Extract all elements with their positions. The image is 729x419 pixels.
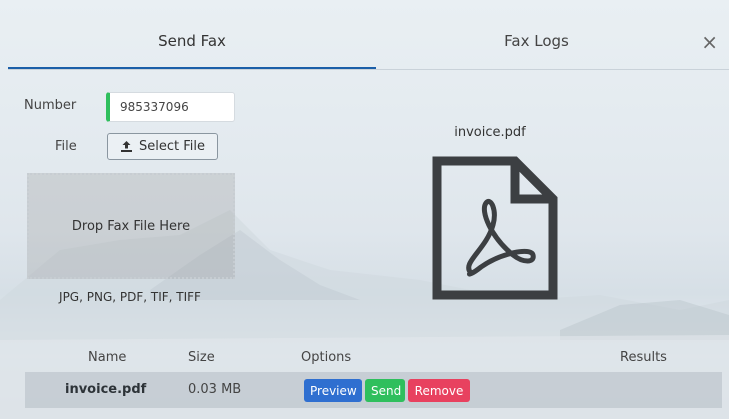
row-filename: invoice.pdf bbox=[65, 382, 147, 397]
fax-number-input[interactable] bbox=[106, 92, 235, 122]
tab-send-fax-label: Send Fax bbox=[158, 32, 226, 50]
tab-send-fax[interactable]: Send Fax bbox=[8, 12, 376, 70]
tab-bar: Send Fax Fax Logs × bbox=[8, 12, 729, 70]
select-file-label: Select File bbox=[139, 139, 205, 154]
tab-divider bbox=[8, 69, 729, 70]
preview-button[interactable]: Preview bbox=[304, 379, 362, 402]
remove-button[interactable]: Remove bbox=[408, 379, 470, 402]
tab-fax-logs-label: Fax Logs bbox=[504, 32, 569, 50]
pdf-file-icon bbox=[432, 156, 558, 300]
send-button[interactable]: Send bbox=[365, 379, 405, 402]
preview-filename: invoice.pdf bbox=[454, 125, 526, 140]
dropzone-text: Drop Fax File Here bbox=[71, 218, 191, 234]
file-dropzone[interactable]: Drop Fax File Here bbox=[27, 173, 235, 279]
header-size: Size bbox=[188, 350, 215, 365]
header-name: Name bbox=[88, 350, 127, 365]
table-row: invoice.pdf 0.03 MB Preview Send Remove bbox=[25, 372, 722, 408]
header-results: Results bbox=[620, 350, 667, 365]
header-options: Options bbox=[301, 350, 352, 365]
file-label: File bbox=[55, 139, 77, 154]
files-table-header: Name Size Options Results bbox=[8, 348, 721, 370]
select-file-button[interactable]: Select File bbox=[107, 133, 218, 160]
accepted-formats: JPG, PNG, PDF, TIF, TIFF bbox=[59, 290, 201, 304]
number-label: Number bbox=[24, 98, 77, 113]
tab-fax-logs[interactable]: Fax Logs bbox=[376, 12, 697, 70]
close-icon[interactable]: × bbox=[701, 32, 718, 52]
upload-icon bbox=[121, 141, 132, 152]
row-filesize: 0.03 MB bbox=[188, 382, 242, 397]
